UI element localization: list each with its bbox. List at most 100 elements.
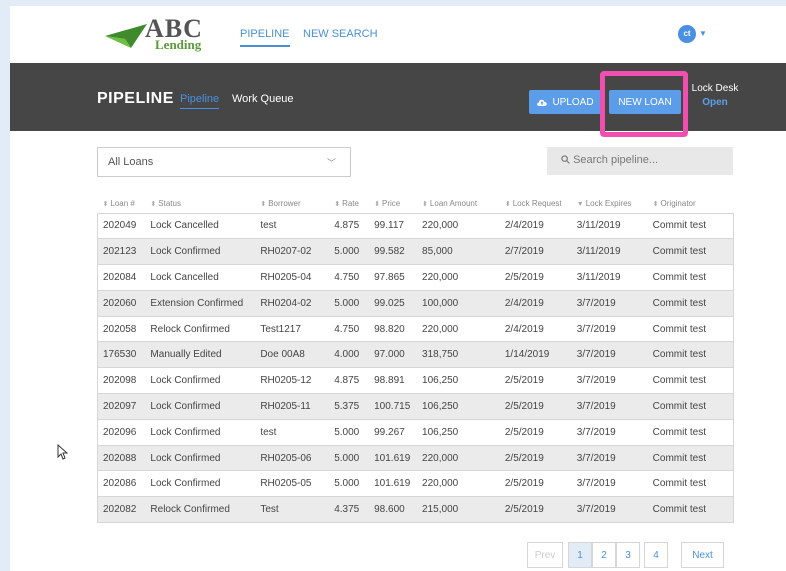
col-lock-expires[interactable]: ▼ Lock Expires [572, 195, 648, 213]
pagination-page-2[interactable]: 2 [592, 542, 616, 568]
new-loan-button[interactable]: NEW LOAN [609, 90, 681, 114]
cell-borrower: RH0205-04 [255, 264, 330, 291]
cell-loan-amount: 100,000 [417, 289, 500, 317]
cell-price: 99.267 [369, 418, 418, 446]
sort-icon: ⬍ [102, 201, 109, 209]
cell-originator: Commit test [647, 315, 734, 343]
top-nav: ABC Lending PIPELINE NEW SEARCH ct ▼ [10, 6, 786, 63]
cell-loan-number: 202084 [97, 264, 146, 291]
cell-loan-number: 202082 [97, 496, 146, 524]
abc-lending-logo[interactable]: ABC Lending [105, 16, 235, 52]
table-row[interactable]: 202086 Lock Confirmed RH0205-05 5.000 101.61… [97, 470, 734, 498]
col-loan-amount[interactable]: ⬍ Loan Amount [417, 195, 500, 213]
col-price[interactable]: ⬍ Price [369, 195, 417, 213]
table-row[interactable]: 202123 Lock Confirmed RH0207-02 5.000 99.582… [97, 238, 734, 266]
pagination-next[interactable]: Next [681, 542, 724, 568]
cell-status: Relock Confirmed [145, 496, 256, 524]
table-row[interactable]: 202058 Relock Confirmed Test1217 4.750 98.82… [97, 315, 734, 343]
table-row[interactable]: 202088 Lock Confirmed RH0205-06 5.000 101.61… [97, 444, 734, 472]
cell-originator: Commit test [647, 367, 734, 395]
nav-pipeline[interactable]: PIPELINE [240, 28, 290, 47]
pagination-page-1[interactable]: 1 [568, 542, 592, 568]
cell-borrower: Test [255, 496, 330, 524]
cell-status: Lock Confirmed [145, 418, 256, 446]
col-rate[interactable]: ⬍ Rate [329, 195, 369, 213]
sort-icon: ⬍ [260, 201, 267, 209]
cell-lock-request: 2/7/2019 [499, 238, 572, 266]
user-avatar[interactable]: ct [678, 25, 696, 43]
cell-lock-request: 2/5/2019 [499, 470, 572, 498]
cell-rate: 5.000 [329, 444, 370, 472]
cell-status: Manually Edited [145, 341, 256, 369]
pagination-page-4[interactable]: 4 [644, 542, 668, 568]
cell-price: 101.619 [369, 470, 418, 498]
pagination-page-3[interactable]: 3 [616, 542, 640, 568]
cell-loan-amount: 220,000 [417, 264, 500, 291]
table-row[interactable]: 202084 Lock Cancelled RH0205-04 4.750 97.865… [97, 264, 734, 291]
sort-icon: ⬍ [422, 201, 428, 209]
search-icon [561, 155, 570, 164]
sort-desc-icon: ▼ [576, 201, 584, 209]
cell-originator: Commit test [647, 496, 734, 524]
table-row[interactable]: 202097 Lock Confirmed RH0205-11 5.375 100.71… [97, 393, 734, 420]
col-borrower[interactable]: ⬍ Borrower [255, 195, 329, 213]
pagination-prev[interactable]: Prev [527, 542, 563, 568]
cell-price: 98.600 [369, 496, 418, 524]
cell-lock-request: 2/4/2019 [499, 289, 572, 317]
cell-borrower: RH0205-11 [255, 393, 330, 420]
cell-lock-expires: 3/7/2019 [571, 496, 648, 524]
cell-rate: 4.875 [329, 367, 370, 395]
col-lock-request[interactable]: ⬍ Lock Request [500, 195, 572, 213]
table-row[interactable]: 176530 Manually Edited Doe 00A8 4.000 97.000… [97, 341, 734, 369]
cell-lock-expires: 3/7/2019 [571, 470, 648, 498]
logo-subtext: Lending [155, 37, 202, 52]
table-row[interactable]: 202096 Lock Confirmed test 5.000 99.267 106,2… [97, 418, 734, 446]
table-row[interactable]: 202049 Lock Cancelled test 4.875 99.117 220,0… [97, 212, 734, 240]
cell-borrower: test [255, 212, 330, 240]
cell-lock-request: 2/5/2019 [499, 444, 572, 472]
cell-rate: 5.375 [329, 393, 370, 420]
cell-lock-request: 2/5/2019 [499, 496, 572, 524]
cell-status: Lock Cancelled [145, 212, 256, 240]
cell-status: Lock Confirmed [145, 470, 256, 498]
cell-originator: Commit test [647, 393, 734, 420]
cell-loan-number: 202049 [97, 212, 146, 240]
upload-button[interactable]: UPLOAD [529, 90, 601, 114]
cell-status: Relock Confirmed [145, 315, 256, 343]
cell-borrower: RH0205-05 [255, 470, 330, 498]
cell-loan-amount: 220,000 [417, 470, 500, 498]
lock-desk-label: Lock Desk [691, 83, 739, 94]
col-originator[interactable]: ⬍ Originator [648, 195, 734, 213]
cell-rate: 4.750 [329, 264, 370, 291]
tab-pipeline[interactable]: Pipeline [180, 93, 220, 109]
cell-rate: 5.000 [329, 470, 370, 498]
col-status[interactable]: ⬍ Status [145, 195, 255, 213]
table-row[interactable]: 202082 Relock Confirmed Test 4.375 98.600 215… [97, 496, 734, 524]
sort-icon: ⬍ [334, 201, 341, 209]
search-pipeline-input[interactable]: Search pipeline... [547, 147, 733, 175]
col-loan-number[interactable]: ⬍ Loan # [98, 195, 146, 213]
sort-icon: ⬍ [504, 201, 511, 209]
cell-lock-expires: 3/7/2019 [571, 418, 648, 446]
lock-desk-status[interactable]: Lock Desk Open [685, 82, 745, 110]
loan-filter-value: All Loans [108, 156, 154, 168]
avatar-caret-icon[interactable]: ▼ [699, 29, 707, 38]
search-placeholder: Search pipeline... [573, 154, 659, 166]
cell-lock-request: 2/5/2019 [499, 367, 572, 395]
mouse-cursor-icon [57, 444, 68, 460]
table-row[interactable]: 202060 Extension Confirmed RH0204-02 5.000 9… [97, 289, 734, 317]
tab-work-queue[interactable]: Work Queue [232, 93, 294, 105]
nav-new-search[interactable]: NEW SEARCH [303, 28, 378, 40]
cell-lock-expires: 3/7/2019 [571, 393, 648, 420]
cell-loan-amount: 215,000 [417, 496, 500, 524]
cell-loan-number: 202060 [97, 289, 146, 317]
cell-price: 98.820 [369, 315, 418, 343]
cell-price: 97.000 [369, 341, 418, 369]
cell-loan-number: 202058 [97, 315, 146, 343]
cell-borrower: RH0204-02 [255, 289, 330, 317]
loan-filter-select[interactable]: All Loans ﹀ [97, 147, 351, 177]
cell-lock-request: 2/4/2019 [499, 315, 572, 343]
cell-loan-number: 202097 [97, 393, 146, 420]
cell-rate: 4.875 [329, 212, 370, 240]
table-row[interactable]: 202098 Lock Confirmed RH0205-12 4.875 98.891… [97, 367, 734, 395]
